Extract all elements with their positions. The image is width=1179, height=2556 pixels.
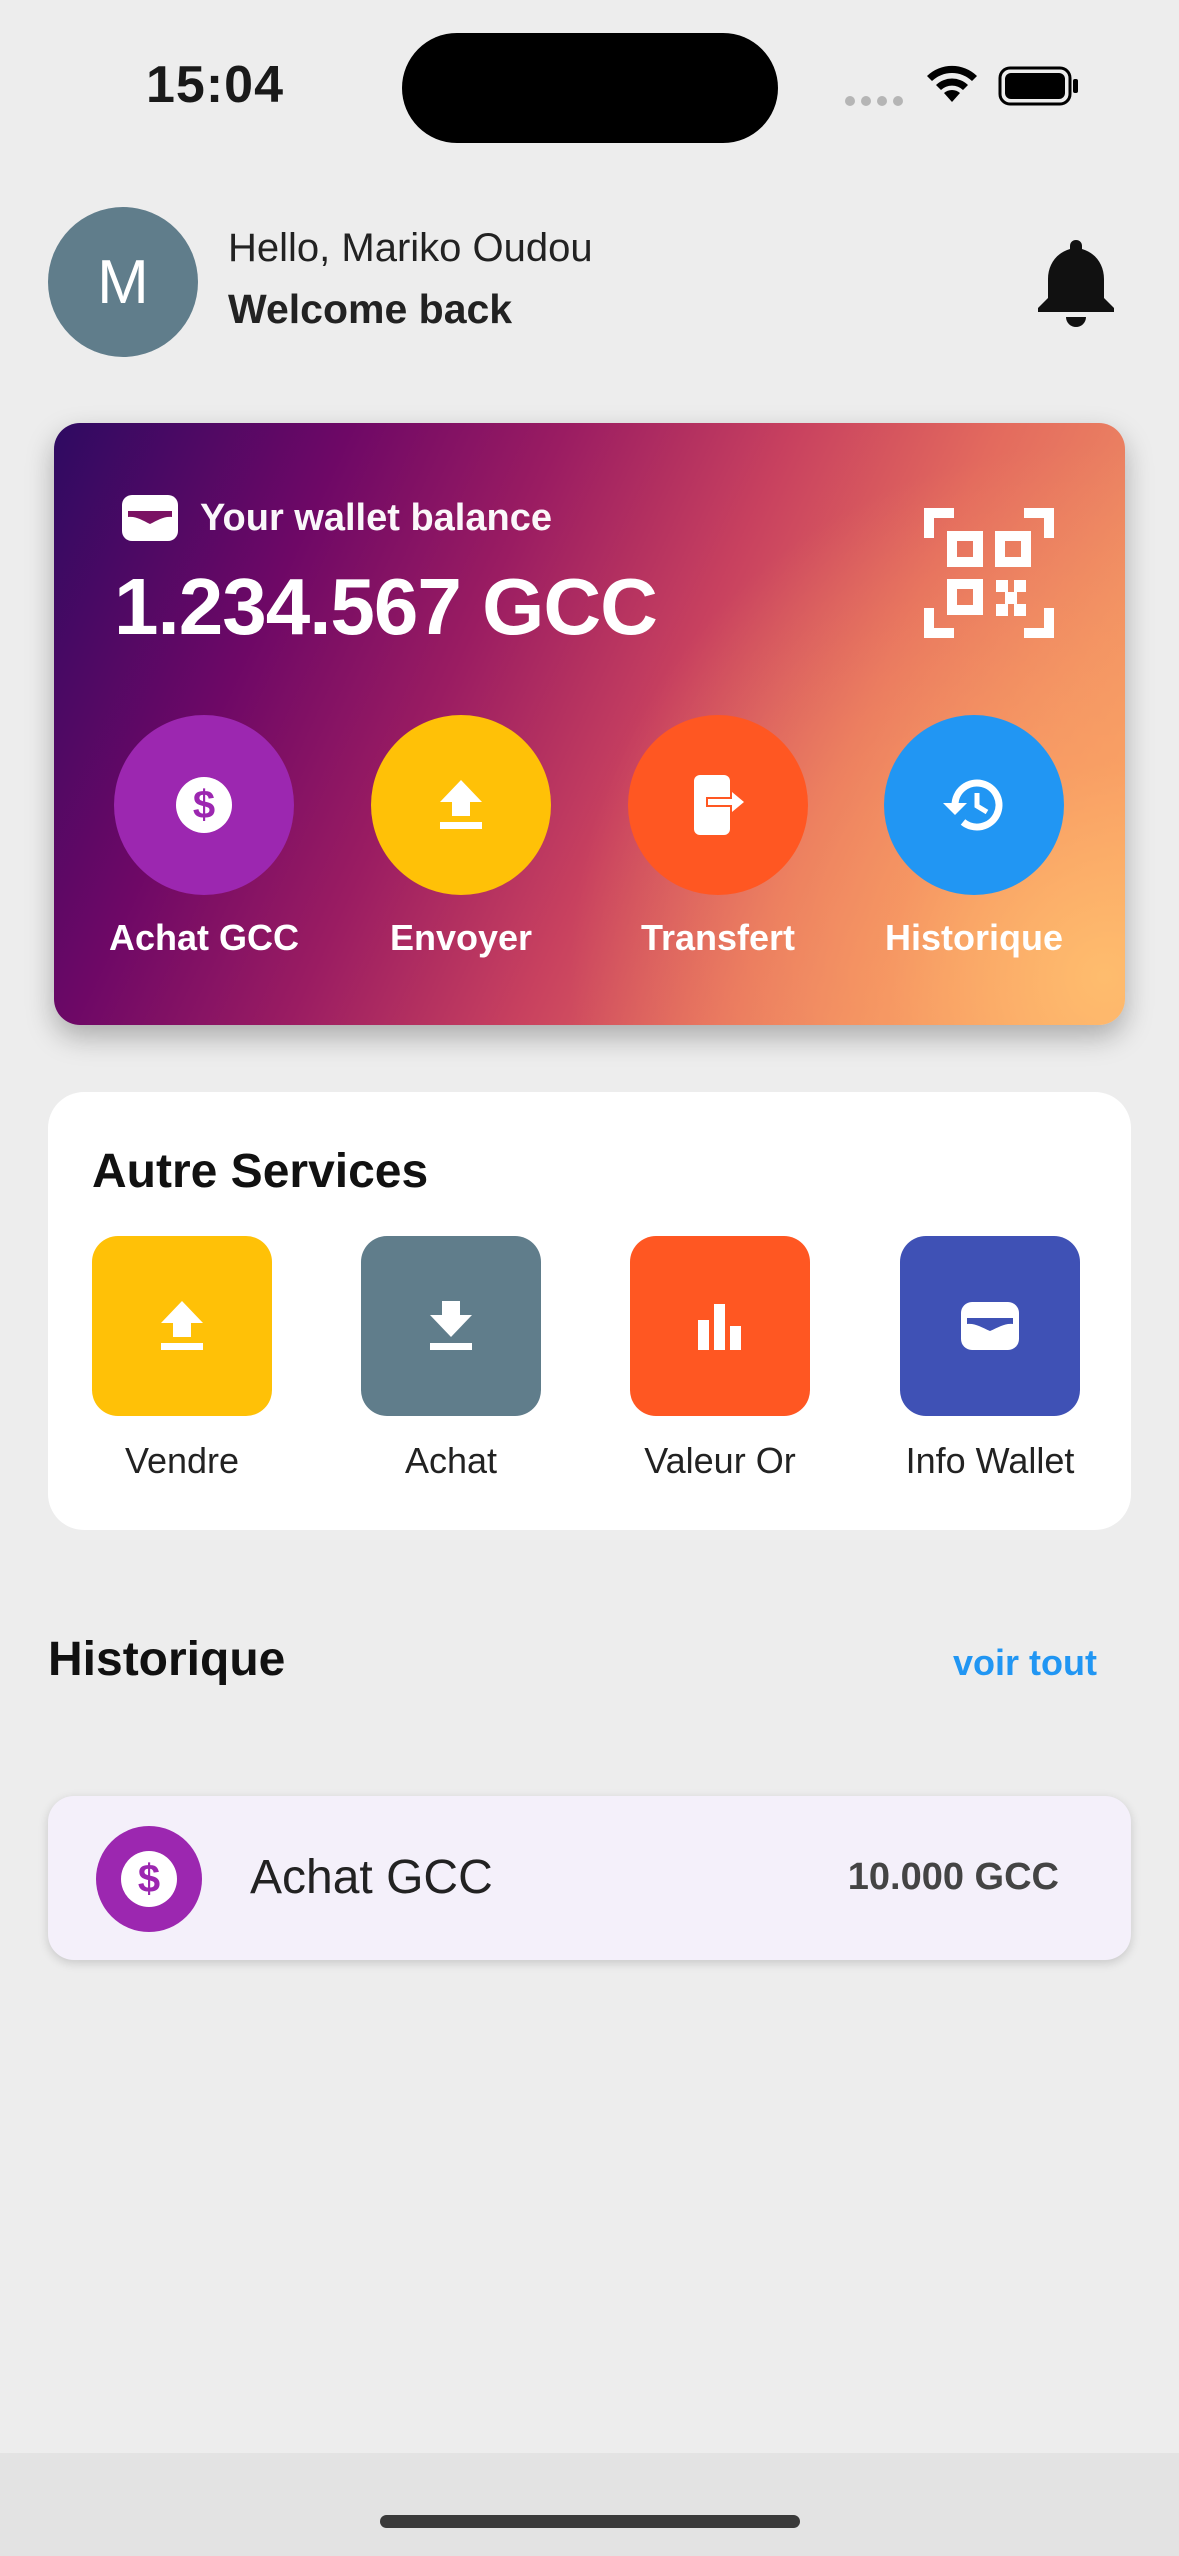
bottom-safe-area bbox=[0, 2453, 1179, 2556]
bar-chart-icon bbox=[698, 1304, 741, 1350]
notification-bell-icon[interactable] bbox=[1032, 234, 1120, 330]
action-achat-gcc[interactable]: $ Achat GCC bbox=[104, 715, 304, 959]
action-circle[interactable]: $ bbox=[114, 715, 294, 895]
service-achat[interactable]: Achat bbox=[346, 1236, 556, 1482]
wallet-balance-card: Your wallet balance 1.234.567 GCC $ Acha… bbox=[54, 423, 1125, 1025]
qr-code-scan-icon[interactable] bbox=[924, 508, 1054, 638]
service-label: Valeur Or bbox=[644, 1440, 796, 1481]
service-valeur-or[interactable]: Valeur Or bbox=[615, 1236, 825, 1482]
wallet-icon bbox=[122, 495, 178, 541]
history-title: Historique bbox=[48, 1633, 286, 1686]
avatar[interactable]: M bbox=[48, 207, 198, 357]
service-info-wallet[interactable]: Info Wallet bbox=[885, 1236, 1095, 1482]
see-all-link[interactable]: voir tout bbox=[953, 1642, 1097, 1684]
home-indicator[interactable] bbox=[380, 2515, 800, 2528]
greeting-text: Hello, Mariko Oudou bbox=[228, 226, 593, 270]
upload-icon bbox=[440, 780, 482, 829]
wifi-icon bbox=[927, 65, 977, 102]
download-icon bbox=[430, 1301, 472, 1350]
history-list-item[interactable]: $ Achat GCC 10.000 GCC bbox=[48, 1796, 1131, 1960]
phone-exit-icon bbox=[694, 775, 744, 835]
action-label: Transfert bbox=[640, 917, 796, 958]
service-label: Info Wallet bbox=[905, 1440, 1075, 1481]
history-item-amount: 10.000 GCC bbox=[847, 1856, 1059, 1898]
wallet-icon bbox=[961, 1302, 1019, 1350]
action-transfert[interactable]: Transfert bbox=[618, 715, 818, 959]
service-label: Achat bbox=[404, 1440, 498, 1481]
action-historique[interactable]: Historique bbox=[874, 715, 1074, 959]
dynamic-island bbox=[402, 33, 778, 143]
dollar-icon: $ bbox=[121, 1851, 177, 1907]
action-envoyer[interactable]: Envoyer bbox=[361, 715, 561, 959]
welcome-text: Welcome back bbox=[228, 286, 513, 332]
dollar-icon: $ bbox=[176, 777, 232, 833]
history-item-label: Achat GCC bbox=[250, 1851, 493, 1904]
action-label: Envoyer bbox=[389, 917, 533, 958]
action-label: Achat GCC bbox=[108, 917, 300, 958]
service-tile[interactable] bbox=[361, 1236, 541, 1416]
service-tile[interactable] bbox=[92, 1236, 272, 1416]
service-tile[interactable] bbox=[900, 1236, 1080, 1416]
wallet-balance-label: Your wallet balance bbox=[200, 497, 552, 539]
svg-text:$: $ bbox=[138, 1857, 160, 1901]
action-circle[interactable] bbox=[884, 715, 1064, 895]
battery-icon bbox=[998, 66, 1078, 106]
upload-icon bbox=[161, 1301, 203, 1350]
service-label: Vendre bbox=[124, 1440, 240, 1481]
status-bar: 15:04 bbox=[0, 0, 1179, 170]
history-icon bbox=[943, 779, 1003, 831]
service-tile[interactable] bbox=[630, 1236, 810, 1416]
wallet-balance-amount: 1.234.567 GCC bbox=[114, 562, 658, 651]
action-circle[interactable] bbox=[371, 715, 551, 895]
svg-text:$: $ bbox=[193, 783, 215, 827]
action-circle[interactable] bbox=[628, 715, 808, 895]
history-item-icon-circle: $ bbox=[96, 1826, 202, 1932]
services-card: Autre Services Vendre Achat Valeur Or In… bbox=[48, 1092, 1131, 1530]
services-title: Autre Services bbox=[92, 1145, 429, 1198]
service-vendre[interactable]: Vendre bbox=[77, 1236, 287, 1482]
action-label: Historique bbox=[884, 917, 1063, 958]
cellular-signal-icon bbox=[845, 93, 909, 111]
status-time: 15:04 bbox=[146, 56, 284, 114]
